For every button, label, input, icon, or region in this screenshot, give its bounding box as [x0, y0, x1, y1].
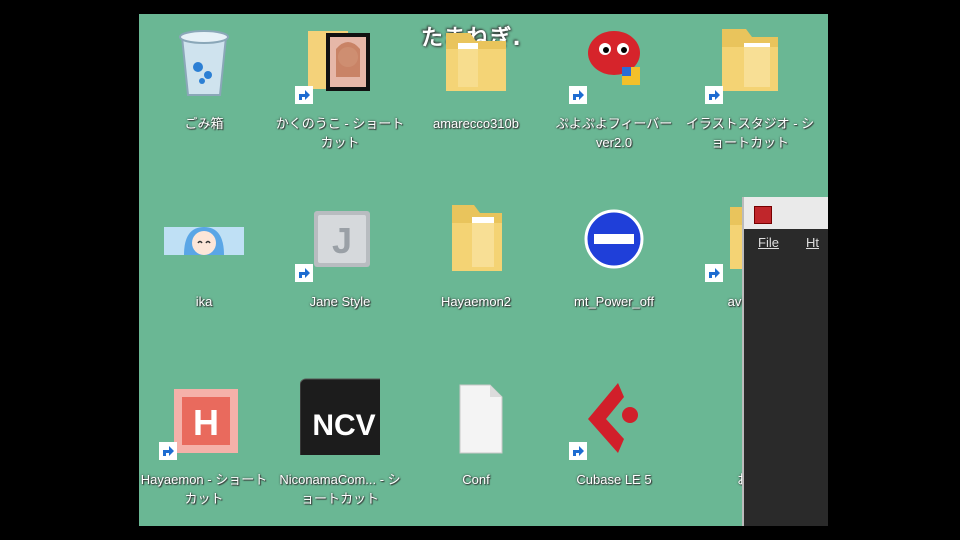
- shortcut-arrow-icon: [705, 86, 723, 104]
- desktop-icon-label: NiconamaCom... - ショートカット: [279, 472, 401, 506]
- desktop-icon-ncv[interactable]: NCV NiconamaCom... - ショートカット: [275, 370, 405, 520]
- desktop-icon-label: イラストスタジオ - ショートカット: [685, 116, 815, 150]
- desktop-icon-cubase[interactable]: Cubase LE 5: [549, 370, 679, 520]
- desktop-icon-label: ika: [195, 294, 213, 309]
- desktop-icon-label: ごみ箱: [184, 116, 224, 131]
- desktop-icon-mt-power-off[interactable]: mt_Power_off: [549, 192, 679, 342]
- desktop-icon-label: Hayaemon2: [440, 294, 512, 309]
- shortcut-arrow-icon: [159, 442, 177, 460]
- desktop-icon-label: ぷよぷよフィーバーver2.0: [555, 116, 673, 150]
- ncv-icon: NCV: [300, 375, 380, 455]
- shortcut-arrow-icon: [569, 442, 587, 460]
- svg-text:NCV: NCV: [312, 409, 375, 442]
- desktop-icon-kakunouko[interactable]: かくのうこ - ショートカット: [275, 14, 405, 164]
- desktop-icon-jane-style[interactable]: J Jane Style: [275, 192, 405, 342]
- desktop-icon-label: Hayaemon - ショートカット: [140, 472, 268, 506]
- shortcut-arrow-icon: [569, 86, 587, 104]
- app-icon: [754, 206, 772, 224]
- desktop-icon-illust-studio[interactable]: イラストスタジオ - ショートカット: [685, 14, 815, 164]
- ika-image-icon: [164, 197, 244, 277]
- desktop-icon-label: Jane Style: [309, 294, 371, 309]
- svg-text:J: J: [332, 220, 352, 261]
- folder-icon: [436, 19, 516, 99]
- recycle-bin-icon: [164, 19, 244, 99]
- desktop-icon-ika[interactable]: ika: [139, 192, 269, 342]
- document-icon: [436, 375, 516, 455]
- desktop-icon-conf[interactable]: Conf: [411, 370, 541, 520]
- folder-icon: [436, 197, 516, 277]
- shortcut-arrow-icon: [295, 86, 313, 104]
- desktop-icon-amarecco[interactable]: amarecco310b: [411, 14, 541, 164]
- desktop-icon-label: Cubase LE 5: [576, 472, 652, 487]
- desktop: たまねぎ. ごみ箱 かくのうこ - ショートカ: [139, 14, 828, 526]
- shortcut-arrow-icon: [705, 264, 723, 282]
- menu-help[interactable]: Ht: [806, 235, 819, 250]
- desktop-icon-label: mt_Power_off: [574, 294, 654, 309]
- app-window[interactable]: File Ht: [742, 197, 828, 526]
- desktop-icon-puyo[interactable]: ぷよぷよフィーバーver2.0: [549, 14, 679, 164]
- window-menubar: File Ht: [744, 229, 828, 257]
- window-titlebar[interactable]: [744, 197, 828, 229]
- desktop-icon-label: amarecco310b: [433, 116, 519, 131]
- no-entry-icon: [574, 197, 654, 277]
- desktop-icon-hayaemon2[interactable]: Hayaemon2: [411, 192, 541, 342]
- desktop-icon-label: かくのうこ - ショートカット: [275, 116, 405, 150]
- shortcut-arrow-icon: [295, 264, 313, 282]
- menu-file[interactable]: File: [758, 235, 779, 250]
- desktop-icon-hayaemon[interactable]: H Hayaemon - ショートカット: [139, 370, 269, 520]
- svg-text:H: H: [193, 402, 219, 443]
- desktop-icon-label: Conf: [462, 472, 490, 487]
- desktop-icon-recycle-bin[interactable]: ごみ箱: [139, 14, 269, 164]
